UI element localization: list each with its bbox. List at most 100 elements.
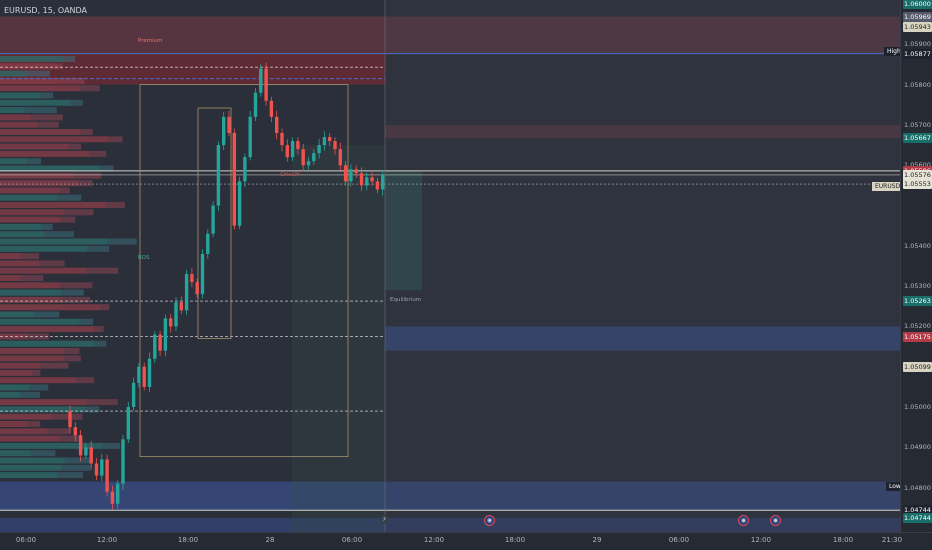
volume-profile-bar bbox=[0, 391, 21, 398]
candle-body bbox=[142, 366, 146, 387]
candle-body bbox=[153, 334, 157, 359]
future-area bbox=[385, 0, 900, 532]
equilibrium-label: Equilibrium bbox=[390, 297, 422, 303]
time-axis-tick: 18:00 bbox=[504, 536, 526, 544]
volume-profile-bar bbox=[0, 428, 48, 435]
candle-body bbox=[84, 447, 88, 456]
price-axis-label: 1.05700 bbox=[904, 120, 931, 129]
volume-profile-bar bbox=[89, 150, 107, 157]
volume-profile-bar bbox=[61, 289, 84, 296]
volume-profile-bar bbox=[44, 231, 74, 238]
volume-profile-bar bbox=[0, 172, 75, 179]
candle-body bbox=[237, 181, 242, 226]
volume-profile-bar bbox=[59, 435, 82, 442]
volume-profile-bar bbox=[41, 63, 63, 70]
candle-body bbox=[349, 169, 353, 182]
volume-profile-bar bbox=[32, 369, 41, 376]
volume-profile-bar bbox=[74, 172, 102, 179]
time-axis-tick: 18:00 bbox=[832, 536, 854, 544]
volume-profile-bar bbox=[64, 209, 94, 216]
premium-label: Premium bbox=[138, 38, 163, 44]
volume-profile-bar bbox=[61, 464, 92, 471]
candle-body bbox=[147, 358, 152, 387]
candle-body bbox=[105, 459, 109, 492]
candle-body bbox=[222, 116, 226, 146]
price-axis-label: 1.05969 bbox=[903, 11, 932, 22]
volume-profile-bar bbox=[0, 260, 40, 267]
lightning-icon[interactable]: ⚡ bbox=[380, 515, 389, 524]
price-axis-label: 1.05175 bbox=[903, 331, 932, 342]
candle-body bbox=[206, 233, 210, 254]
volume-profile-bar bbox=[0, 194, 58, 201]
volume-profile-bar bbox=[57, 472, 83, 479]
candle-body bbox=[200, 253, 205, 295]
candle-body bbox=[232, 133, 236, 226]
candle-body bbox=[116, 483, 120, 504]
volume-profile-bar bbox=[101, 442, 121, 449]
volume-profile-bar bbox=[100, 304, 110, 311]
volume-profile-bar bbox=[0, 231, 45, 238]
time-axis-tick: 29 bbox=[592, 536, 602, 544]
volume-profile-bar bbox=[33, 311, 60, 318]
volume-profile-bar bbox=[0, 267, 87, 274]
volume-profile-bar bbox=[87, 245, 110, 252]
candle-body bbox=[243, 157, 247, 182]
candle-body bbox=[248, 116, 252, 158]
volume-profile-bar bbox=[0, 202, 106, 208]
price-axis-label: 1.05099 bbox=[903, 362, 932, 373]
candle-body bbox=[110, 491, 115, 504]
candle-body bbox=[333, 141, 337, 150]
price-axis-label: 1.05300 bbox=[904, 282, 931, 291]
volume-profile-bar bbox=[0, 450, 31, 457]
volume-profile-bar bbox=[30, 114, 63, 121]
candle-body bbox=[89, 447, 93, 464]
volume-profile-bar bbox=[0, 121, 38, 128]
volume-profile-bar bbox=[0, 129, 81, 135]
candle-body bbox=[338, 149, 342, 166]
volume-profile-bar bbox=[0, 472, 58, 479]
volume-profile-bar bbox=[60, 187, 70, 194]
economic-event-icon[interactable]: ◉ bbox=[738, 515, 749, 526]
high-tag: High bbox=[884, 47, 900, 56]
volume-profile-bar bbox=[0, 187, 61, 194]
volume-profile-bar bbox=[86, 267, 119, 274]
volume-profile-bar bbox=[0, 421, 28, 427]
price-axis-label: 1.04744 bbox=[903, 512, 932, 523]
chart-plot-area[interactable]: EURUSD, 15, OANDA Premium Equilibrium BO… bbox=[0, 0, 900, 532]
volume-profile-bar bbox=[27, 70, 50, 77]
candle-body bbox=[354, 169, 358, 174]
volume-profile-bar bbox=[0, 209, 65, 216]
candle-body bbox=[158, 334, 162, 351]
volume-profile-bar bbox=[0, 85, 80, 92]
candle-body bbox=[328, 137, 332, 142]
economic-event-icon[interactable]: ◉ bbox=[770, 515, 781, 526]
volume-profile-bar bbox=[20, 391, 41, 398]
volume-profile-bar bbox=[0, 180, 79, 187]
symbol-title[interactable]: EURUSD, 15, OANDA bbox=[4, 6, 87, 15]
volume-profile-bar bbox=[0, 92, 42, 99]
volume-profile-bar bbox=[0, 289, 62, 296]
symbol-price-tag: EURUSD bbox=[872, 182, 900, 191]
volume-profile-bar bbox=[0, 56, 65, 62]
economic-event-icon[interactable]: ◉ bbox=[484, 515, 495, 526]
time-axis[interactable]: 06:00 12:00 18:00 28 06:00 12:00 18:00 29 06:00 1… bbox=[0, 532, 932, 550]
price-axis-label: 1.04800 bbox=[904, 483, 931, 492]
candle-body bbox=[121, 439, 125, 484]
volume-profile-bar bbox=[107, 238, 137, 245]
volume-profile-bar bbox=[0, 150, 90, 157]
volume-profile-bar bbox=[0, 333, 28, 340]
volume-profile-bar bbox=[24, 107, 57, 114]
price-axis[interactable]: 1.06000 1.05969 1.05943 1.05900 1.05877 1.058… bbox=[900, 0, 932, 532]
candle-body bbox=[306, 161, 311, 166]
candle-body bbox=[365, 177, 369, 186]
price-axis-label: 1.05877 bbox=[903, 48, 932, 59]
volume-profile-bar bbox=[0, 223, 42, 230]
time-axis-tick: 21:30 bbox=[881, 536, 903, 544]
candle-body bbox=[190, 274, 194, 283]
volume-profile-bar bbox=[59, 282, 93, 289]
candle-body bbox=[280, 133, 284, 146]
volume-profile-bar bbox=[0, 70, 28, 77]
volume-profile-bar bbox=[70, 99, 83, 106]
candle-body bbox=[370, 177, 374, 182]
chart-canvas[interactable] bbox=[0, 0, 900, 532]
